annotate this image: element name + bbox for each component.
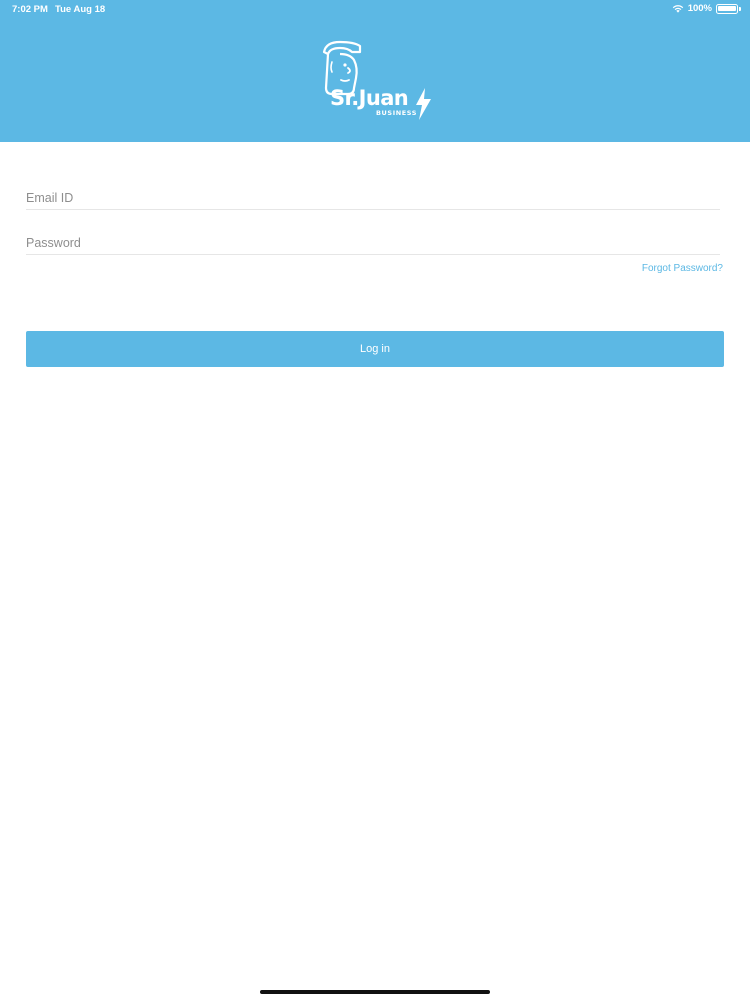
brand-subtitle: BUSINESS [376,109,418,117]
password-input[interactable] [26,233,720,253]
status-time: 7:02 PM [12,4,48,15]
home-indicator[interactable] [260,990,490,994]
lightning-bolt-icon [416,88,431,120]
password-field[interactable] [26,233,720,255]
email-input[interactable] [26,188,720,208]
login-button[interactable]: Log in [26,331,724,367]
wifi-icon [672,5,683,13]
forgot-password-link[interactable]: Forgot Password? [642,263,723,274]
brand-wordmark: Sr.Juan [330,86,409,110]
battery-icon [716,3,741,14]
status-bar: 7:02 PM Tue Aug 18 100% [0,0,750,18]
status-date: Tue Aug 18 [55,4,106,15]
email-field[interactable] [26,188,720,210]
app-header: 7:02 PM Tue Aug 18 100% Sr.Juan BUSINESS [0,0,750,142]
battery-percent: 100% [687,3,712,14]
status-indicators: 100% [672,3,741,14]
brand-logo: Sr.Juan BUSINESS [314,38,436,122]
